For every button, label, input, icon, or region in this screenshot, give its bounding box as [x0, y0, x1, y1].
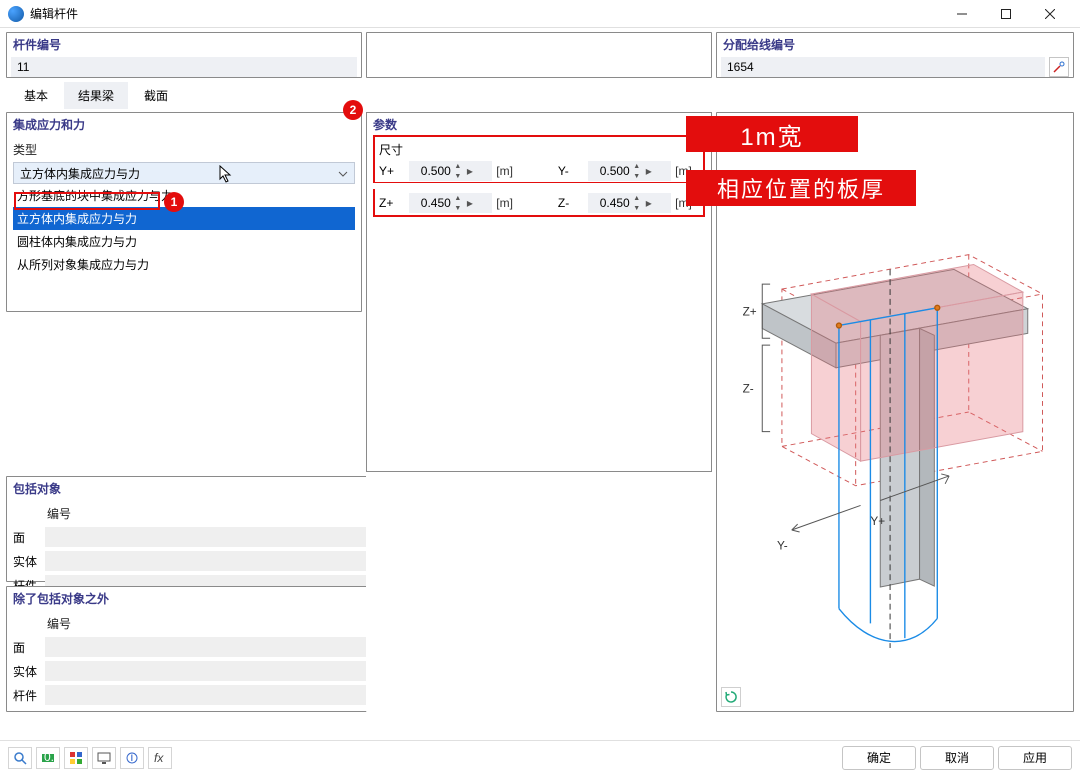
spin-up-icon[interactable]: ▲	[453, 161, 463, 171]
param-block-size: 尺寸 Y+ ▲▼ ▸ [m] Y- ▲▼ ▸ [m]	[373, 135, 705, 183]
number-spinner[interactable]: ▲▼ ▸	[588, 161, 671, 181]
svg-text:0.00: 0.00	[44, 751, 55, 764]
spin-down-icon[interactable]: ▼	[453, 171, 463, 181]
spin-up-icon[interactable]: ▲	[632, 161, 642, 171]
param-label: Y-	[558, 164, 584, 178]
type-dropdown-value: 立方体内集成应力与力	[20, 165, 140, 182]
param-row-z: Z+ ▲▼ ▸ [m] Z- ▲▼ ▸ [m]	[379, 192, 699, 214]
app-icon	[8, 6, 24, 22]
pick-value-icon[interactable]: ▸	[642, 164, 656, 178]
param-label: Y+	[379, 164, 405, 178]
cancel-button[interactable]: 取消	[920, 746, 994, 770]
minimize-button[interactable]	[940, 0, 984, 28]
tool-lens-button[interactable]	[8, 747, 32, 769]
pick-value-icon[interactable]: ▸	[642, 196, 656, 210]
param-row-y: Y+ ▲▼ ▸ [m] Y- ▲▼ ▸ [m]	[379, 160, 699, 182]
tab-basic[interactable]: 基本	[10, 82, 62, 109]
pick-line-button[interactable]	[1049, 57, 1069, 77]
window-title: 编辑杆件	[30, 5, 78, 22]
svg-text:fx: fx	[154, 751, 164, 765]
number-spinner[interactable]: ▲▼ ▸	[588, 193, 671, 213]
spinner-input[interactable]	[409, 163, 453, 179]
spinner-input[interactable]	[588, 163, 632, 179]
parameters-panel: 参数 尺寸 Y+ ▲▼ ▸ [m] Y- ▲▼ ▸ [m] Z+ ▲▼ ▸ [m…	[366, 112, 712, 712]
annotation-thickness: 相应位置的板厚	[686, 170, 916, 206]
annotation-1m-width: 1m宽	[686, 116, 858, 152]
integrate-header: 集成应力和力	[7, 113, 361, 137]
assigned-line-input[interactable]	[721, 57, 1045, 77]
ok-button[interactable]: 确定	[842, 746, 916, 770]
size-label: 尺寸	[379, 139, 699, 160]
pick-value-icon[interactable]: ▸	[463, 164, 477, 178]
unit-label: [m]	[496, 164, 520, 178]
svg-text:Y+: Y+	[870, 514, 885, 528]
list-item[interactable]: 圆柱体内集成应力与力	[13, 230, 355, 253]
spinner-input[interactable]	[588, 195, 632, 211]
list-item[interactable]: 方形基底的块中集成应力与力	[13, 184, 355, 207]
tab-section[interactable]: 截面	[130, 82, 182, 109]
row-label: 杆件	[13, 687, 45, 704]
member-number-header: 杆件编号	[7, 33, 361, 57]
param-block-z: Z+ ▲▼ ▸ [m] Z- ▲▼ ▸ [m]	[373, 189, 705, 217]
type-options-list: 方形基底的块中集成应力与力 立方体内集成应力与力 圆柱体内集成应力与力 从所列对…	[13, 184, 355, 276]
assigned-line-header: 分配给线编号	[717, 33, 1073, 57]
chevron-down-icon	[338, 168, 348, 182]
row-label: 面	[13, 529, 45, 546]
row-label: 面	[13, 639, 45, 656]
spin-down-icon[interactable]: ▼	[632, 171, 642, 181]
parameters-header: 参数	[367, 113, 711, 133]
row-label: 实体	[13, 553, 45, 570]
tool-colors-button[interactable]	[64, 747, 88, 769]
svg-text:Y-: Y-	[777, 539, 788, 553]
close-button[interactable]	[1028, 0, 1072, 28]
annotation-badge-1: 1	[164, 192, 184, 212]
tool-fx-button[interactable]: fx	[148, 747, 172, 769]
svg-text:Z-: Z-	[743, 381, 754, 395]
annotation-badge-2: 2	[343, 100, 363, 120]
svg-text:i: i	[131, 751, 134, 764]
mouse-cursor-icon	[219, 165, 235, 185]
integrate-panel: 集成应力和力 类型 立方体内集成应力与力 方形基底的块中集成应力与力 立方体内集…	[6, 112, 362, 312]
middle-top-panel	[366, 32, 712, 78]
member-number-panel: 杆件编号	[6, 32, 362, 78]
tool-display-button[interactable]	[92, 747, 116, 769]
member-number-input[interactable]	[11, 57, 357, 77]
param-label: Z-	[558, 196, 584, 210]
number-spinner[interactable]: ▲▼ ▸	[409, 161, 492, 181]
spin-up-icon[interactable]: ▲	[632, 193, 642, 203]
apply-button[interactable]: 应用	[998, 746, 1072, 770]
row-label: 实体	[13, 663, 45, 680]
tab-result-beam[interactable]: 结果梁	[64, 82, 128, 109]
refresh-preview-button[interactable]	[721, 687, 741, 707]
list-item[interactable]: 从所列对象集成应力与力	[13, 253, 355, 276]
tool-units-button[interactable]: 0.00	[36, 747, 60, 769]
spin-up-icon[interactable]: ▲	[453, 193, 463, 203]
tab-bar: 基本 结果梁 截面	[6, 82, 362, 110]
footer-bar: 0.00 i fx 确定 取消 应用	[0, 740, 1080, 774]
spinner-input[interactable]	[409, 195, 453, 211]
tool-info-button[interactable]: i	[120, 747, 144, 769]
type-label: 类型	[7, 137, 361, 160]
assigned-line-panel: 分配给线编号	[716, 32, 1074, 78]
number-spinner[interactable]: ▲▼ ▸	[409, 193, 492, 213]
type-dropdown[interactable]: 立方体内集成应力与力	[13, 162, 355, 184]
title-bar: 编辑杆件	[0, 0, 1080, 28]
maximize-button[interactable]	[984, 0, 1028, 28]
spin-down-icon[interactable]: ▼	[453, 203, 463, 213]
unit-label: [m]	[496, 196, 520, 210]
pick-value-icon[interactable]: ▸	[463, 196, 477, 210]
param-label: Z+	[379, 196, 405, 210]
list-item[interactable]: 立方体内集成应力与力	[13, 207, 355, 230]
spin-down-icon[interactable]: ▼	[632, 203, 642, 213]
svg-text:Z+: Z+	[743, 305, 757, 319]
